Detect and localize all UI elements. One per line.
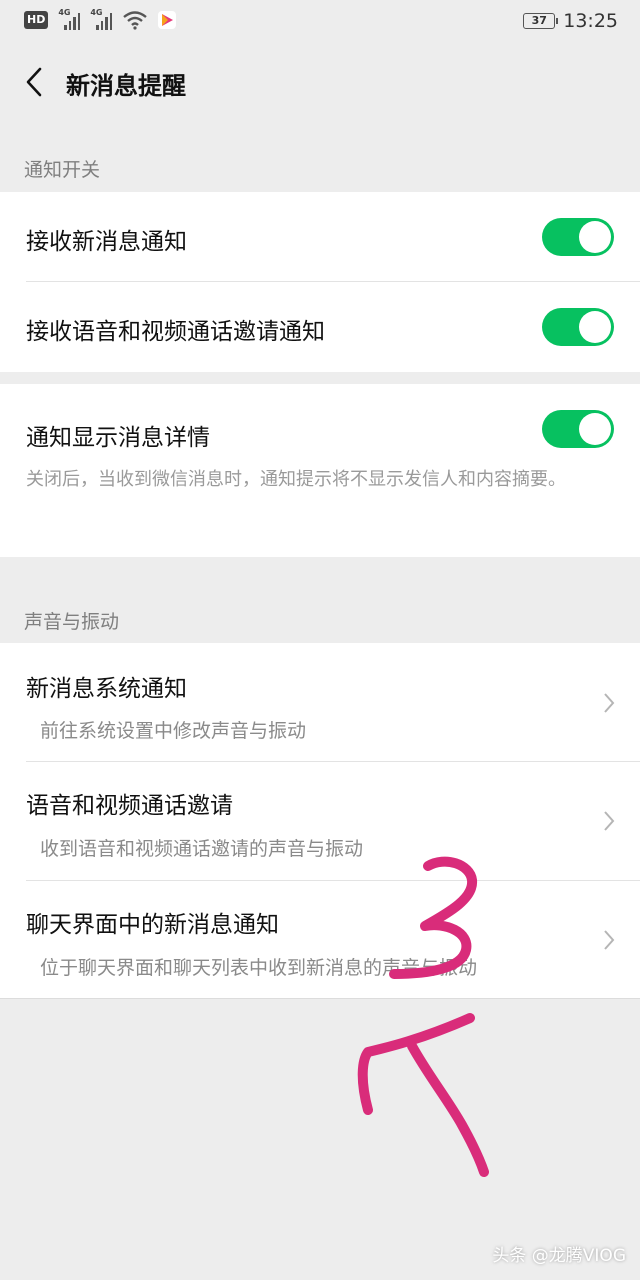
section-header-sound: 声音与振动 bbox=[24, 611, 120, 633]
setting-label: 接收语音和视频通话邀请通知 bbox=[26, 319, 325, 345]
wifi-icon bbox=[123, 11, 148, 30]
network-type-label-2: 4G bbox=[90, 8, 103, 17]
setting-row-system-notify[interactable]: 新消息系统通知 前往系统设置中修改声音与振动 bbox=[0, 643, 640, 761]
setting-label: 聊天界面中的新消息通知 bbox=[26, 912, 279, 938]
setting-subtitle: 前往系统设置中修改声音与振动 bbox=[40, 720, 307, 742]
setting-row-new-message[interactable]: 接收新消息通知 bbox=[0, 192, 640, 281]
setting-subtitle: 位于聊天界面和聊天列表中收到新消息的声音与振动 bbox=[40, 957, 478, 979]
setting-label: 新消息系统通知 bbox=[26, 676, 187, 702]
show-detail-toggle[interactable] bbox=[542, 410, 614, 448]
status-bar: HD 4G 4G 37 13:25 bbox=[0, 0, 640, 44]
setting-subtitle: 收到语音和视频通话邀请的声音与振动 bbox=[40, 838, 364, 860]
setting-row-chat-notify[interactable]: 聊天界面中的新消息通知 位于聊天界面和聊天列表中收到新消息的声音与振动 bbox=[0, 881, 640, 998]
network-type-label: 4G bbox=[58, 8, 71, 17]
status-time: 13:25 bbox=[563, 10, 618, 32]
setting-label: 语音和视频通话邀请 bbox=[26, 793, 233, 819]
notify-card: 接收新消息通知 接收语音和视频通话邀请通知 bbox=[0, 192, 640, 372]
battery-icon: 37 bbox=[523, 13, 559, 29]
detail-card: 通知显示消息详情 关闭后，当收到微信消息时，通知提示将不显示发信人和内容摘要。 bbox=[0, 384, 640, 557]
signal-icon: 4G bbox=[58, 8, 81, 30]
nav-bar: 新消息提醒 bbox=[0, 44, 640, 120]
section-header-notify: 通知开关 bbox=[24, 159, 101, 181]
card-bottom-border bbox=[0, 998, 640, 999]
back-arrow-icon bbox=[26, 67, 42, 97]
setting-label: 接收新消息通知 bbox=[26, 229, 187, 255]
watermark: 头条 @龙腾VIOG bbox=[492, 1246, 626, 1266]
back-button[interactable] bbox=[14, 58, 54, 106]
setting-row-call-invite[interactable]: 接收语音和视频通话邀请通知 bbox=[0, 282, 640, 372]
page-title: 新消息提醒 bbox=[66, 72, 186, 100]
setting-row-call-sound[interactable]: 语音和视频通话邀请 收到语音和视频通话邀请的声音与振动 bbox=[0, 762, 640, 880]
chevron-right-icon bbox=[604, 693, 615, 713]
sound-card: 新消息系统通知 前往系统设置中修改声音与振动 语音和视频通话邀请 收到语音和视频… bbox=[0, 643, 640, 998]
video-app-icon bbox=[158, 11, 177, 29]
call-invite-toggle[interactable] bbox=[542, 308, 614, 346]
setting-description: 关闭后，当收到微信消息时，通知提示将不显示发信人和内容摘要。 bbox=[26, 469, 566, 490]
new-message-toggle[interactable] bbox=[542, 218, 614, 256]
signal-icon-2: 4G bbox=[90, 8, 113, 30]
chevron-right-icon bbox=[604, 811, 615, 831]
chevron-right-icon bbox=[604, 930, 615, 950]
hd-badge: HD bbox=[24, 11, 49, 29]
settings-screen: HD 4G 4G 37 13:25 新消息提醒 通知开关 接收新消息通知 接收语… bbox=[0, 0, 640, 1280]
setting-row-show-detail[interactable]: 通知显示消息详情 关闭后，当收到微信消息时，通知提示将不显示发信人和内容摘要。 bbox=[0, 384, 640, 557]
setting-label: 通知显示消息详情 bbox=[26, 425, 210, 451]
